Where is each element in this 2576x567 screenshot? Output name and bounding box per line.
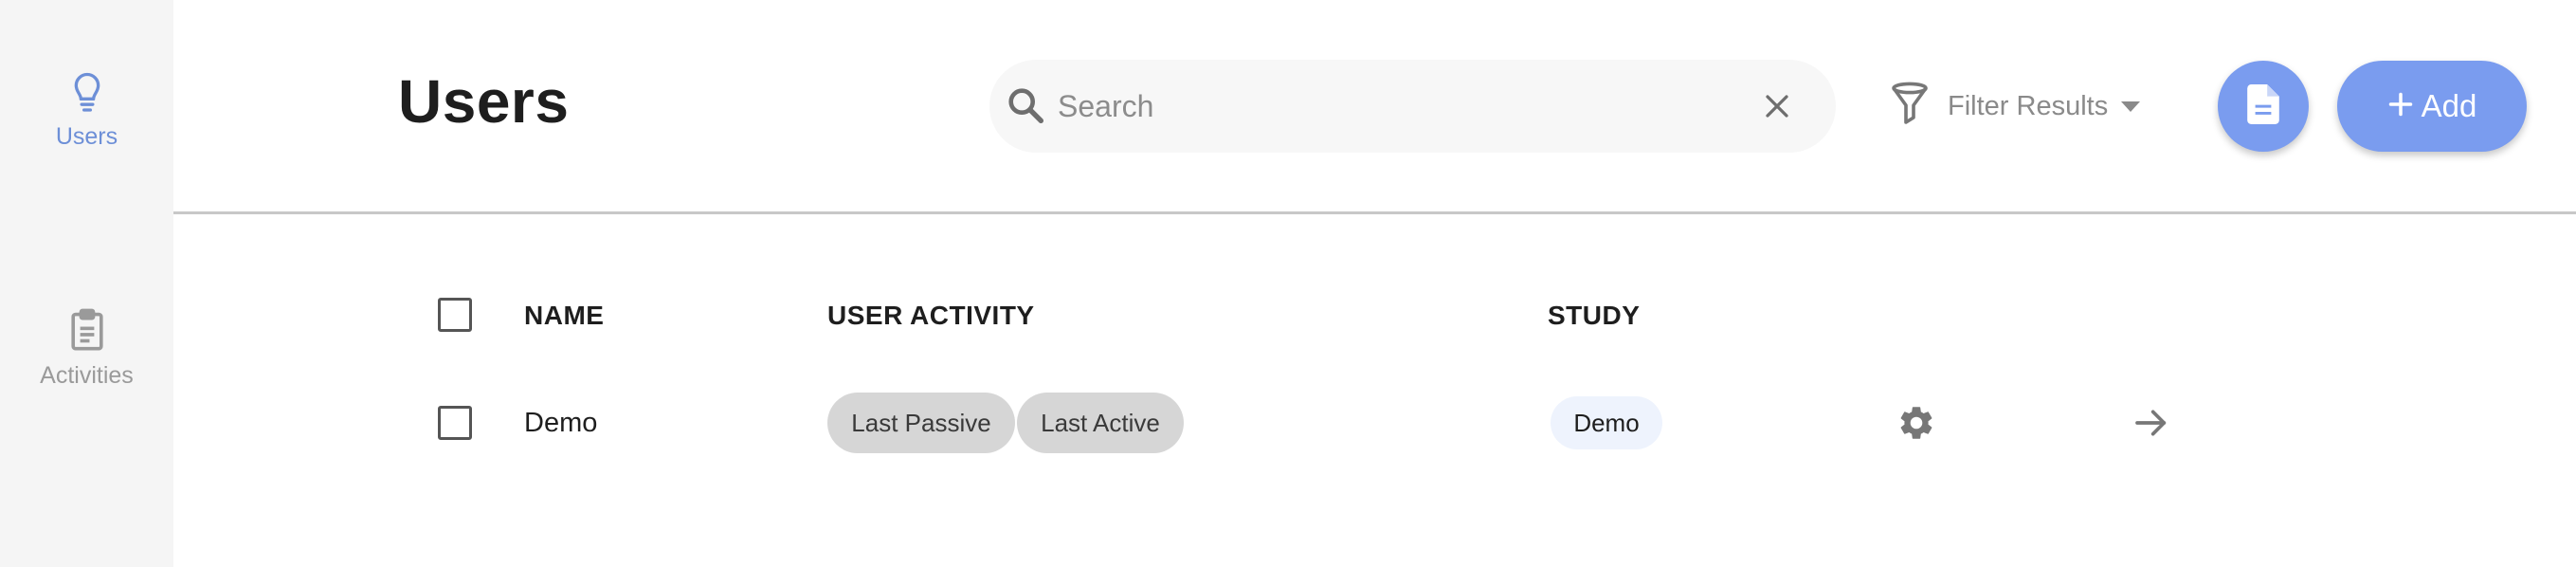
search-input[interactable] <box>1058 60 1759 153</box>
close-icon[interactable] <box>1753 82 1801 130</box>
filter-label: Filter Results <box>1948 90 2109 121</box>
arrow-right-icon[interactable] <box>2129 400 2174 446</box>
plus-icon <box>2387 91 2414 122</box>
sidebar-item-label: Users <box>55 123 118 150</box>
column-header-user-activity[interactable]: USER ACTIVITY <box>827 301 1035 331</box>
clipboard-icon <box>63 305 112 355</box>
filter-icon <box>1891 82 1929 132</box>
export-document-button[interactable] <box>2218 61 2309 152</box>
last-active-chip[interactable]: Last Active <box>1017 393 1184 453</box>
document-icon <box>2247 83 2279 129</box>
header-divider <box>173 211 2576 214</box>
filter-results-button[interactable]: Filter Results <box>1891 80 2141 133</box>
search-bar <box>989 60 1836 153</box>
chevron-down-icon <box>2121 101 2141 112</box>
user-name: Demo <box>524 408 598 438</box>
column-header-name[interactable]: NAME <box>524 301 604 331</box>
sidebar: Users Activities <box>0 0 173 567</box>
lightbulb-icon <box>63 66 112 116</box>
row-checkbox[interactable] <box>438 406 472 440</box>
search-icon <box>1005 84 1048 128</box>
select-all-checkbox[interactable] <box>438 298 472 332</box>
sidebar-item-label: Activities <box>40 362 134 389</box>
study-badge: Demo <box>1551 396 1662 449</box>
page-title: Users <box>398 67 570 136</box>
sidebar-item-users[interactable]: Users <box>0 66 173 151</box>
add-button[interactable]: Add <box>2337 61 2527 152</box>
column-header-study[interactable]: STUDY <box>1548 301 1640 331</box>
gear-icon[interactable] <box>1894 400 1939 446</box>
sidebar-item-activities[interactable]: Activities <box>0 305 173 390</box>
last-passive-chip[interactable]: Last Passive <box>827 393 1015 453</box>
add-label: Add <box>2421 88 2477 123</box>
